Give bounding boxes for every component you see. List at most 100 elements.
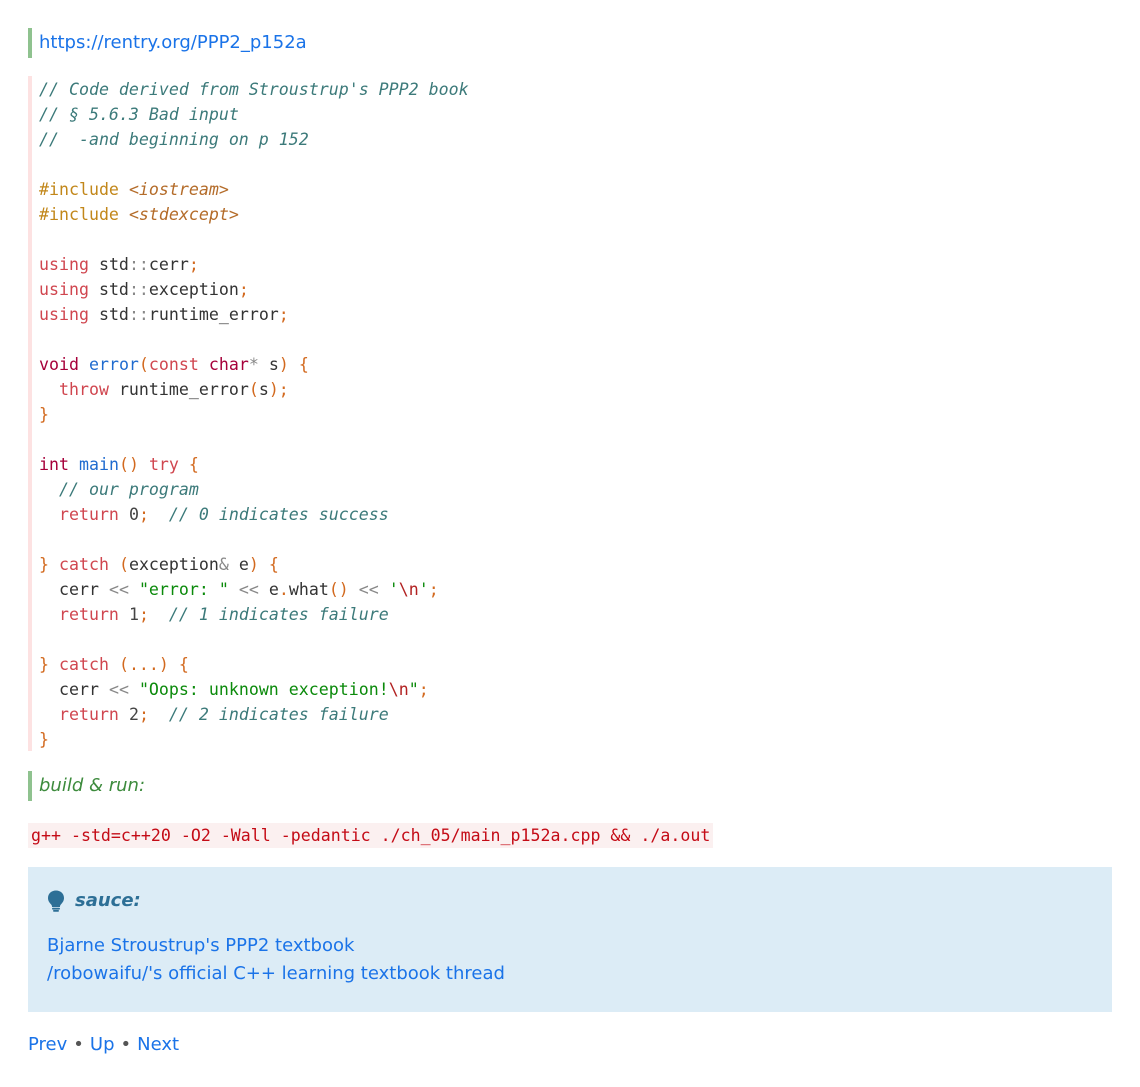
identifier: std [98, 305, 129, 324]
identifier: e [238, 555, 249, 574]
number-literal: 0 [128, 505, 139, 524]
keyword: catch [59, 555, 109, 574]
operator: :: [128, 255, 149, 274]
ppp2-textbook-link[interactable]: Bjarne Stroustrup's PPP2 textbook [47, 932, 1093, 960]
escape-sequence: \n [398, 580, 419, 599]
type-keyword: int [39, 455, 69, 474]
nav-separator: • [120, 1034, 132, 1055]
code-comment: // our program [58, 480, 199, 499]
punctuation: ; [138, 605, 149, 624]
textbook-thread-link[interactable]: /robowaifu/'s official C++ learning text… [47, 960, 1093, 988]
source-link-quote: https://rentry.org/PPP2_p152a [28, 28, 307, 58]
keyword: return [58, 605, 119, 624]
callout-title: sauce: [47, 887, 1093, 915]
include-header: <iostream> [128, 180, 229, 199]
nav-separator: • [73, 1034, 84, 1055]
punctuation: { [178, 655, 189, 674]
code-comment: // Code derived from Stroustrup's PPP2 b… [39, 80, 469, 99]
code-comment: // 0 indicates success [168, 505, 389, 524]
include-header: <stdexcept> [128, 205, 239, 224]
build-run-label: build & run: [39, 775, 146, 796]
identifier: e [268, 580, 279, 599]
keyword: return [58, 705, 119, 724]
preprocessor-directive: #include [39, 180, 119, 199]
punctuation: ( [248, 380, 259, 399]
type-keyword: char [208, 355, 249, 374]
build-run-quote: build & run: [28, 771, 145, 801]
char-literal: ' [418, 580, 429, 599]
code-comment: // § 5.6.3 Bad input [39, 105, 239, 124]
punctuation: ); [268, 380, 289, 399]
number-literal: 2 [128, 705, 139, 724]
punctuation: { [188, 455, 199, 474]
punctuation: } [39, 730, 49, 749]
code-block: // Code derived from Stroustrup's PPP2 b… [28, 76, 1112, 751]
punctuation: { [298, 355, 309, 374]
page-navigation: Prev • Up • Next [28, 1030, 179, 1060]
callout-title-text: sauce: [75, 890, 141, 911]
punctuation: ) [248, 555, 259, 574]
keyword: try [148, 455, 179, 474]
identifier: std [98, 280, 129, 299]
punctuation: } [39, 555, 49, 574]
operator: :: [128, 305, 149, 324]
number-literal: 1 [128, 605, 139, 624]
punctuation: () [118, 455, 139, 474]
operator: * [248, 355, 259, 374]
callout-links: Bjarne Stroustrup's PPP2 textbook /robow… [47, 932, 1093, 988]
identifier: what [288, 580, 329, 599]
string-literal: " [408, 680, 419, 699]
identifier: runtime_error [148, 305, 279, 324]
punctuation: ) [278, 355, 289, 374]
up-link[interactable]: Up [90, 1034, 115, 1055]
source-link[interactable]: https://rentry.org/PPP2_p152a [39, 32, 307, 53]
operator: << [358, 580, 379, 599]
next-link[interactable]: Next [137, 1034, 179, 1055]
punctuation: ; [138, 505, 149, 524]
punctuation: { [268, 555, 279, 574]
punctuation: ( [118, 555, 129, 574]
punctuation: } [39, 405, 49, 424]
escape-sequence: \n [388, 680, 409, 699]
keyword: using [39, 305, 89, 324]
keyword: using [39, 255, 89, 274]
keyword: const [148, 355, 199, 374]
identifier: s [258, 380, 269, 399]
punctuation: ; [188, 255, 199, 274]
punctuation: ; [428, 580, 439, 599]
identifier: exception [148, 280, 239, 299]
function-name: main [78, 455, 119, 474]
code-listing: // Code derived from Stroustrup's PPP2 b… [39, 77, 1112, 752]
type-keyword: void [39, 355, 79, 374]
lightbulb-icon [47, 890, 65, 912]
operator: << [108, 680, 129, 699]
string-literal: "error: " [138, 580, 229, 599]
keyword: throw [58, 380, 109, 399]
punctuation: () [328, 580, 349, 599]
punctuation: ; [138, 705, 149, 724]
string-literal: "Oops: unknown exception! [138, 680, 389, 699]
char-literal: ' [388, 580, 399, 599]
prev-link[interactable]: Prev [28, 1034, 67, 1055]
preprocessor-directive: #include [39, 205, 119, 224]
keyword: using [39, 280, 89, 299]
operator: :: [128, 280, 149, 299]
identifier: cerr [58, 680, 99, 699]
operator: << [108, 580, 129, 599]
keyword: catch [59, 655, 109, 674]
identifier: runtime_error [118, 380, 249, 399]
punctuation: ; [418, 680, 429, 699]
operator: << [238, 580, 259, 599]
build-command: g++ -std=c++20 -O2 -Wall -pedantic ./ch_… [28, 823, 714, 848]
identifier: s [268, 355, 279, 374]
punctuation: ; [238, 280, 249, 299]
code-comment: // 2 indicates failure [168, 705, 389, 724]
identifier: cerr [58, 580, 99, 599]
punctuation: . [278, 580, 289, 599]
keyword: return [58, 505, 119, 524]
code-comment: // 1 indicates failure [168, 605, 389, 624]
identifier: cerr [148, 255, 189, 274]
punctuation: ; [278, 305, 289, 324]
punctuation: } [39, 655, 49, 674]
identifier: exception [128, 555, 219, 574]
